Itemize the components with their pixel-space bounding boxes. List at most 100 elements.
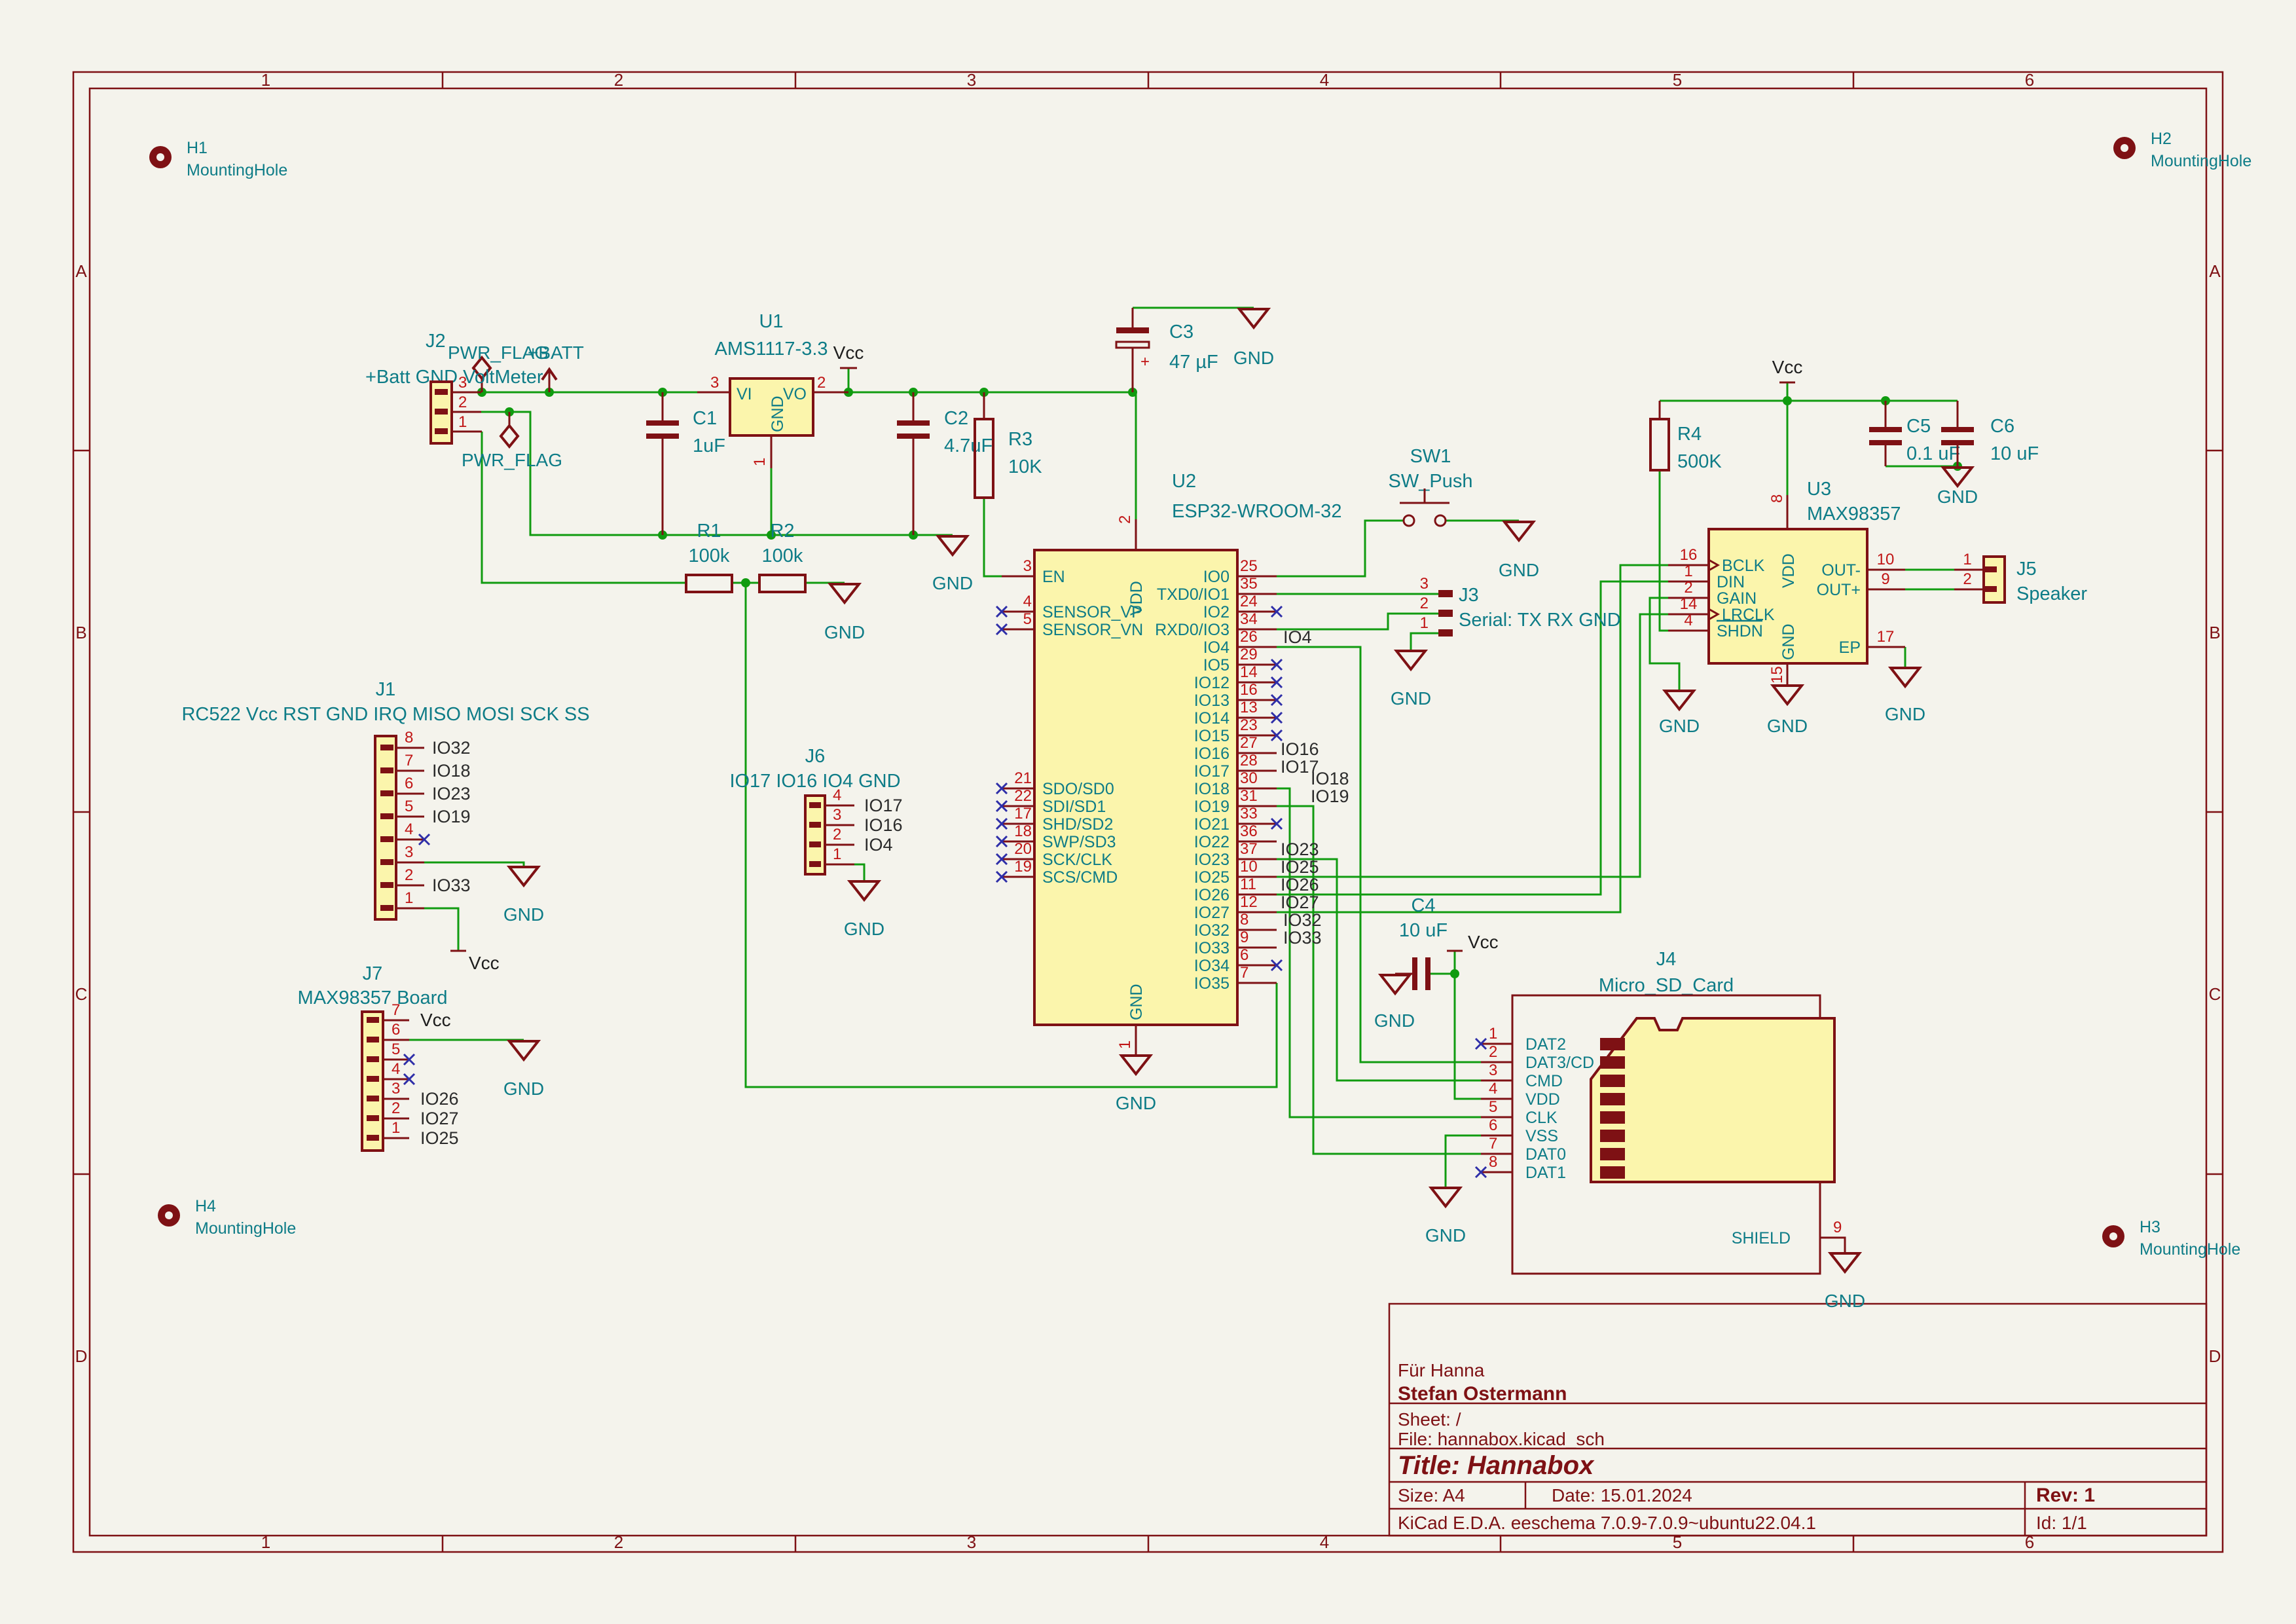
power-vcc-1[interactable]: Vcc	[833, 342, 864, 368]
mounting-hole-icon	[2121, 144, 2128, 152]
amp-u3-max98357[interactable]: U3 MAX98357 8 VDD 15 GND 16BCLK 1DIN 2GA…	[1668, 479, 1905, 686]
mcu-u2-esp32[interactable]: U2 ESP32-WROOM-32 2 VDD 1 GND 3EN 4SENSO…	[996, 471, 1349, 1056]
net-label: IO18	[432, 761, 471, 781]
pin-name: IO15	[1194, 727, 1230, 745]
frame-row-label: A	[75, 261, 87, 281]
power-vcc-j1[interactable]: Vcc	[450, 951, 500, 973]
resistor-r4[interactable]: R4 500K	[1650, 401, 1722, 472]
pin-name: GND	[1127, 984, 1146, 1020]
power-gnd-j1[interactable]: GND	[503, 867, 544, 925]
capacitor-c5[interactable]: C5 0.1 uF	[1869, 401, 1960, 466]
power-gnd-gain[interactable]: GND	[1659, 691, 1700, 736]
pin-name: IO33	[1194, 939, 1230, 957]
title-file: File: hannabox.kicad_sch	[1398, 1429, 1605, 1449]
power-gnd-c6[interactable]: GND	[1937, 468, 1978, 507]
pin-number: 37	[1240, 840, 1258, 858]
value: IO17 IO16 IO4 GND	[729, 771, 900, 792]
connector-j6[interactable]: J6 IO17 IO16 IO4 GND 4IO17 3IO16 2IO4 1	[729, 746, 902, 874]
power-gnd-j6[interactable]: GND	[844, 881, 884, 939]
pin-number: 12	[1240, 893, 1258, 911]
ref: C1	[693, 408, 717, 429]
power-gnd-j7[interactable]: GND	[503, 1041, 544, 1099]
pin-name: IO35	[1194, 974, 1230, 993]
power-vcc-c4[interactable]: Vcc	[1447, 932, 1499, 952]
mounting-hole-h3[interactable]: H3 MountingHole	[2102, 1218, 2240, 1259]
pin-number: 26	[1240, 628, 1258, 646]
value: MountingHole	[2140, 1240, 2240, 1259]
power-gnd-ep[interactable]: GND	[1885, 668, 1925, 724]
pin-name: DAT1	[1525, 1164, 1566, 1182]
pin-number: 2	[1420, 595, 1429, 612]
regulator-u1[interactable]: U1 AMS1117-3.3 3 2 VI VO GND 1	[697, 311, 848, 535]
power-gnd-sw1[interactable]: GND	[1499, 522, 1539, 580]
pin-number: 20	[1014, 840, 1032, 858]
pin-number: 4	[1023, 593, 1032, 610]
net-label: IO25	[420, 1128, 459, 1148]
power-gnd-c4[interactable]: GND	[1374, 975, 1415, 1031]
pin-number: 29	[1240, 646, 1258, 663]
power-gnd-shield[interactable]: GND	[1825, 1253, 1865, 1311]
pin-number: 17	[1877, 628, 1895, 646]
switch-sw1[interactable]: SW1 SW_Push	[1389, 446, 1473, 526]
value: Vcc	[1772, 357, 1803, 377]
power-vcc-u3[interactable]: Vcc	[1772, 357, 1803, 382]
pin-name: IO14	[1194, 709, 1230, 728]
power-gnd-u3[interactable]: GND	[1767, 686, 1808, 736]
pin-name: EN	[1042, 568, 1065, 586]
ref: U3	[1807, 479, 1831, 500]
net-label: IO16	[1281, 739, 1319, 759]
net-label: IO27	[1281, 893, 1319, 912]
schematic-canvas[interactable]: 1 2 3 4 5 6 1 2 3 4 5 6 A B C D A B C D …	[0, 0, 2296, 1624]
connector-j3[interactable]: J3 Serial: TX RX GND 3 2 1	[1420, 575, 1621, 637]
value: MountingHole	[187, 161, 287, 179]
mounting-hole-h1[interactable]: H1 MountingHole	[149, 139, 287, 179]
connector-j1-rc522[interactable]: J1 RC522 Vcc RST GND IRQ MISO MOSI SCK S…	[181, 679, 589, 919]
pin-name: IO27	[1194, 904, 1230, 922]
pin-name: SHIELD	[1732, 1229, 1791, 1247]
capacitor-c2[interactable]: C2 4.7uF	[897, 392, 993, 535]
power-gnd-u2[interactable]: GND	[1116, 1056, 1156, 1113]
capacitor-c1[interactable]: C1 1uF	[646, 392, 725, 535]
ref: J4	[1656, 949, 1677, 970]
pin-name: SDO/SD0	[1042, 780, 1114, 798]
value: GND	[503, 904, 544, 925]
value: GND	[1499, 560, 1539, 580]
pin-number: 6	[405, 775, 413, 792]
power-gnd-rail[interactable]: GND	[932, 536, 973, 593]
power-gnd-vss[interactable]: GND	[1425, 1188, 1466, 1246]
pin-number: 6	[1489, 1116, 1497, 1134]
pin-number: 8	[1768, 494, 1786, 503]
pin-number: 6	[392, 1021, 400, 1039]
pin-name: SDI/SD1	[1042, 798, 1106, 816]
net-label: IO26	[1281, 875, 1319, 895]
resistor-r1[interactable]: R1 100k	[686, 521, 732, 592]
power-gnd-j3[interactable]: GND	[1391, 651, 1431, 709]
pin-number: 1	[458, 413, 467, 431]
net-label: IO17	[864, 796, 903, 815]
mounting-hole-h2[interactable]: H2 MountingHole	[2113, 130, 2251, 170]
title-rev: Rev: 1	[2036, 1485, 2095, 1506]
value: 10 uF	[1399, 920, 1448, 941]
pin-number: 36	[1240, 822, 1258, 840]
ref: C4	[1411, 895, 1435, 916]
power-gnd-r2[interactable]: GND	[824, 584, 865, 642]
mounting-hole-h4[interactable]: H4 MountingHole	[158, 1197, 296, 1238]
net-label: IO19	[432, 807, 471, 826]
pin-name: GAIN	[1717, 589, 1757, 608]
capacitor-c3[interactable]: + C3 47 µF	[1116, 308, 1218, 392]
ref: R3	[1008, 429, 1032, 450]
polarity-plus-icon: +	[1140, 353, 1150, 371]
connector-j5-speaker[interactable]: 1 2 J5 Speaker	[1954, 551, 2087, 604]
connector-j4-microsd[interactable]: J4 Micro_SD_Card 1DAT2 2DAT3/CD 3CMD 4VD…	[1476, 949, 1845, 1274]
pin-name: RXD0/IO3	[1155, 621, 1230, 639]
power-gnd-c3[interactable]: GND	[1233, 309, 1274, 368]
value: ESP32-WROOM-32	[1172, 501, 1341, 522]
frame-col-label: 3	[967, 1532, 976, 1552]
pin-number: 11	[1240, 876, 1256, 893]
ref: C5	[1906, 416, 1931, 437]
resistor-r2[interactable]: R2 100k	[759, 521, 805, 592]
connector-j7[interactable]: J7 MAX98357 Board 7Vcc 6 5 4 3IO26 2IO27…	[298, 963, 459, 1151]
pin-number: 16	[1240, 681, 1258, 699]
pin-name: IO23	[1194, 851, 1230, 869]
pwr-flag-2[interactable]: PWR_FLAG	[462, 412, 562, 470]
